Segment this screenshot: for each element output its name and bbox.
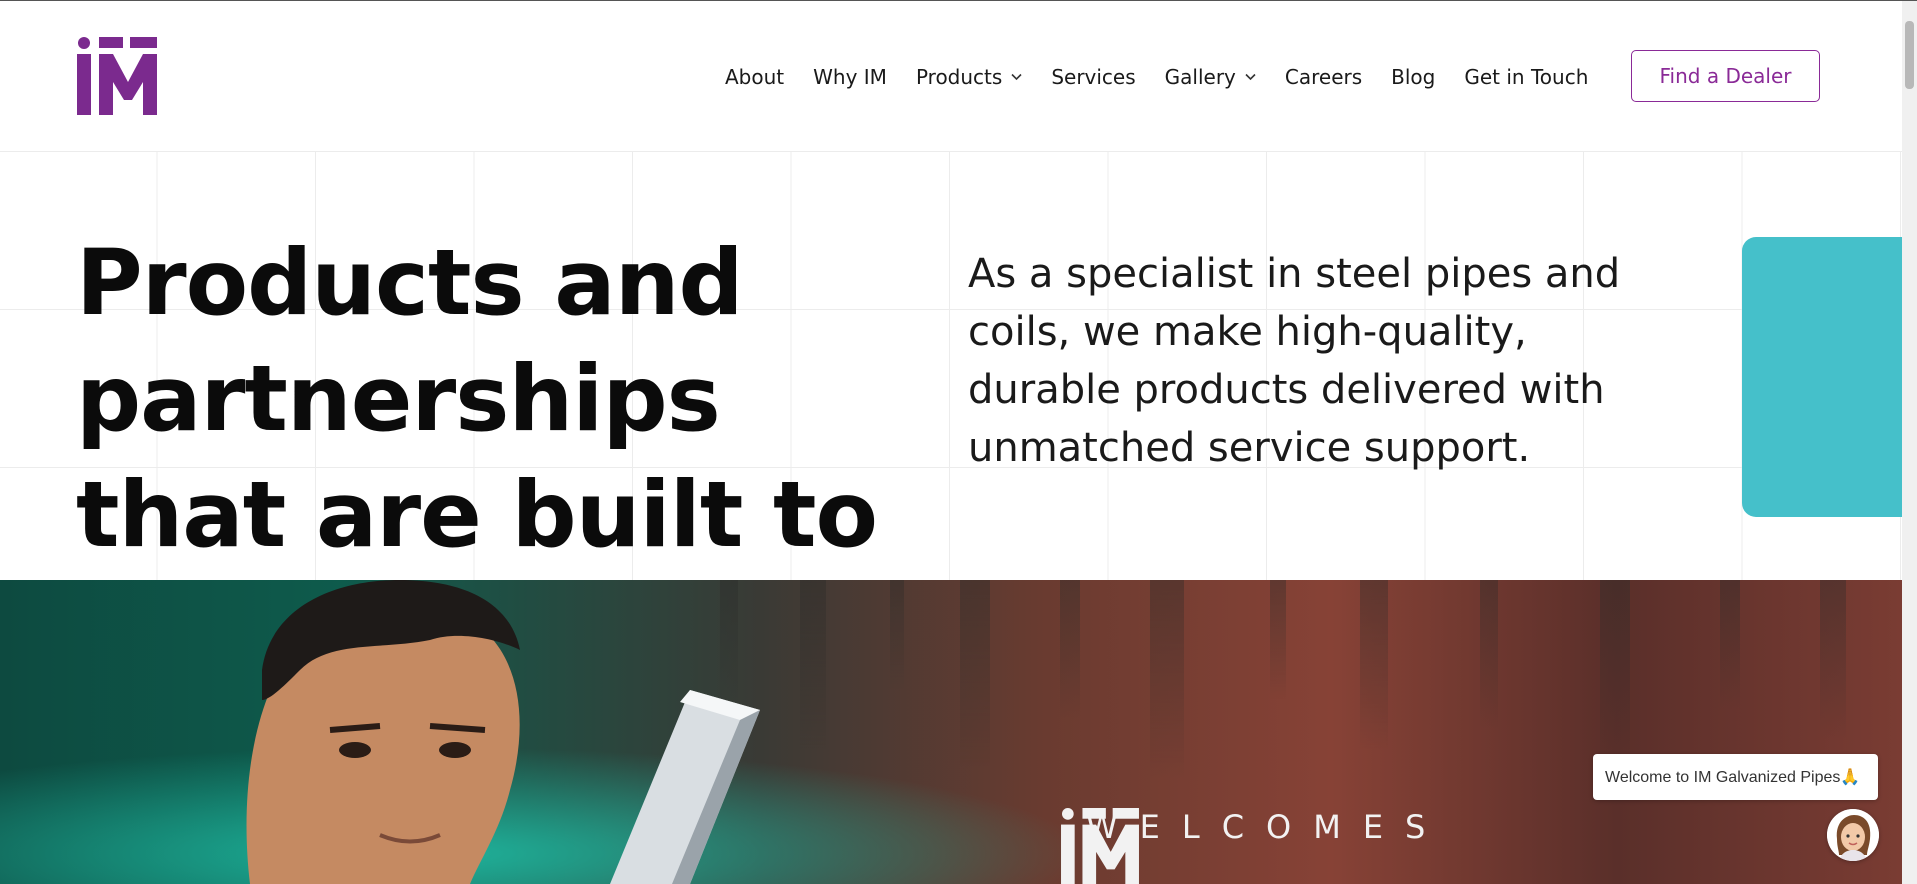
nav-get-in-touch[interactable]: Get in Touch [1464,65,1588,89]
site-header: About Why IM Products Services Gallery C… [0,1,1902,151]
assistant-avatar-icon [1827,809,1879,861]
find-a-dealer-button[interactable]: Find a Dealer [1631,50,1820,102]
chevron-down-icon[interactable] [1245,70,1256,84]
find-a-dealer-label: Find a Dealer [1659,64,1792,88]
chat-avatar-button[interactable] [1827,809,1879,861]
welcome-banner: WELCOMES [0,580,1902,884]
hero-section: Products and partnerships that are built… [0,151,1902,580]
hero-title: Products and partnerships that are built… [76,231,878,580]
nav-blog-label: Blog [1391,65,1436,89]
banner-background-image [0,580,1902,884]
chat-greeting-text: Welcome to IM Galvanized Pipes🙏 [1605,769,1861,786]
im-logo[interactable] [77,37,157,115]
nav-services[interactable]: Services [1051,65,1135,89]
im-logo-icon [1061,808,1139,884]
page-scrollbar[interactable] [1902,1,1917,884]
nav-services-label: Services [1051,65,1136,89]
im-logo-icon [77,37,157,115]
nav-gallery[interactable]: Gallery [1165,65,1256,89]
nav-products-label: Products [915,65,1003,89]
nav-careers[interactable]: Careers [1285,65,1362,89]
nav-blog[interactable]: Blog [1391,65,1435,89]
chevron-down-icon[interactable] [1011,70,1022,84]
nav-careers-label: Careers [1284,65,1363,89]
nav-products[interactable]: Products [916,65,1022,89]
nav-get-in-touch-label: Get in Touch [1464,65,1589,89]
nav-about-label: About [725,65,785,89]
hero-description: As a specialist in steel pipes and coils… [968,251,1621,471]
chat-greeting-bubble[interactable]: Welcome to IM Galvanized Pipes🙏 [1593,754,1878,800]
banner-brand: WELCOMES [1058,808,1447,884]
nav-about[interactable]: About [725,65,784,89]
scrollbar-thumb[interactable] [1905,21,1914,89]
nav-why-im-label: Why IM [813,65,887,89]
decorative-teal-block [1742,237,1902,517]
nav-why-im[interactable]: Why IM [813,65,887,89]
brand-ambassador-photo [246,580,520,884]
main-nav: About Why IM Products Services Gallery C… [725,59,1617,95]
nav-gallery-label: Gallery [1164,65,1236,89]
